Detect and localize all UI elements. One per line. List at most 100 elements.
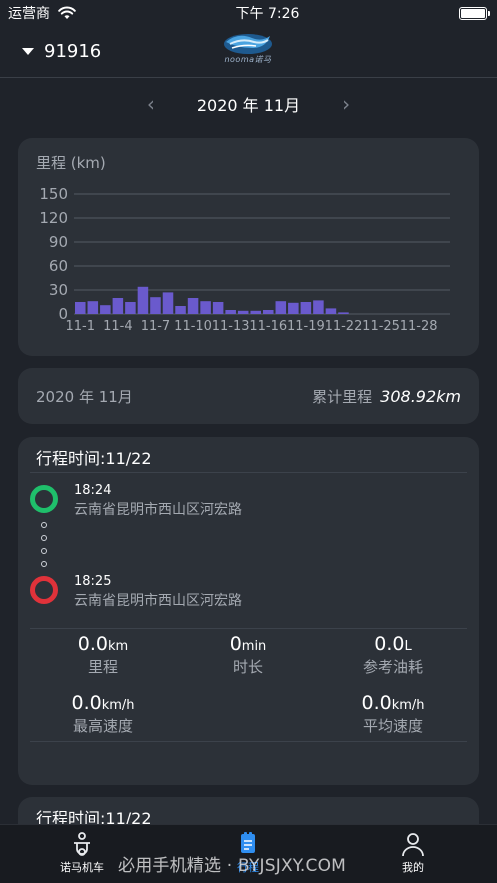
bar-11-15 [250, 310, 261, 314]
stat-max-speed: 0.0km/h 最高速度 [28, 692, 178, 736]
trip-divider [30, 628, 467, 629]
bar-11-2 [87, 301, 99, 314]
route-dot [41, 548, 47, 554]
x-tick-label: 11-22 [325, 319, 363, 334]
start-point-icon [30, 485, 58, 513]
x-tick-label: 11-13 [212, 319, 250, 334]
trip-title: 行程时间:11/22 [36, 449, 152, 468]
tab-label: 诺马机车 [60, 861, 104, 874]
y-tick-label: 90 [49, 233, 68, 251]
x-tick-label: 11-19 [287, 319, 325, 334]
start-address: 云南省昆明市西山区河宏路 [74, 502, 242, 518]
brand-logo: nooma诺马 [220, 30, 276, 70]
bar-11-7 [150, 297, 161, 314]
bar-11-4 [112, 298, 124, 314]
stat-fuel-label: 参考油耗 [362, 658, 423, 676]
bar-11-6 [137, 286, 149, 314]
vehicle-id: 91916 [44, 41, 102, 62]
stat-duration-label: 时长 [232, 658, 263, 676]
stat-distance: 0.0km 里程 [28, 633, 178, 677]
bar-11-12 [212, 302, 224, 314]
stat-avg-speed-label: 平均速度 [362, 717, 423, 735]
status-left: 运营商 [8, 3, 76, 23]
bar-11-20 [313, 300, 324, 314]
x-tick-label: 11-25 [362, 319, 400, 334]
trip-divider [30, 741, 467, 742]
bar-11-22 [338, 312, 349, 314]
trip-card[interactable]: 行程时间:11/22 18:24 云南省昆明市西山区河宏路 18:25 云南省昆… [18, 437, 479, 785]
brand-wave-icon [224, 34, 272, 54]
summary-month: 2020 年 11月 [36, 387, 133, 406]
end-point-icon [30, 576, 58, 604]
route-dot [41, 561, 47, 567]
stat-fuel-unit: L [404, 639, 412, 654]
end-time: 18:25 [74, 574, 112, 589]
bar-11-5 [125, 302, 136, 314]
wifi-icon [58, 6, 76, 19]
tab-my-profile[interactable]: 我的 [373, 831, 453, 875]
carrier-label: 运营商 [8, 6, 50, 22]
stat-avg-speed: 0.0km/h 平均速度 [318, 692, 468, 736]
total-mileage: 累计里程 308.92km [312, 386, 461, 407]
y-tick-label: 120 [39, 209, 68, 227]
x-tick-label: 11-28 [400, 319, 438, 334]
stat-distance-label: 里程 [87, 658, 118, 676]
bar-11-14 [237, 310, 249, 314]
bottom-tab-bar: 诺马机车 行程 我的 必用手机精选 · BYJSJXY.COM [0, 824, 497, 883]
monthly-summary-card: 2020 年 11月 累计里程 308.92km [18, 368, 479, 424]
y-tick-label: 60 [49, 257, 68, 275]
tab-label: 我的 [402, 861, 424, 874]
bar-11-13 [225, 310, 236, 314]
stat-distance-value: 0.0 [77, 633, 108, 655]
bar-11-19 [300, 302, 312, 314]
stat-max-speed-unit: km/h [101, 698, 135, 713]
bar-11-10 [187, 298, 199, 314]
bar-11-1 [75, 302, 86, 314]
status-bar: 运营商 下午 7:26 [0, 0, 497, 26]
caret-down-icon [22, 48, 34, 55]
total-mileage-label: 累计里程 [312, 387, 373, 406]
bar-11-18 [288, 302, 299, 314]
bar-11-8 [162, 292, 174, 314]
watermark-text: 必用手机精选 · BYJSJXY.COM [118, 856, 347, 876]
bar-11-16 [263, 310, 274, 314]
stat-avg-speed-value: 0.0 [361, 692, 392, 714]
total-mileage-value: 308.92km [380, 386, 461, 406]
vehicle-selector[interactable]: 91916 [22, 41, 101, 62]
current-month-label: 2020 年 11月 [196, 96, 301, 115]
x-tick-label: 11-1 [66, 319, 96, 334]
bar-11-3 [100, 305, 111, 314]
tab-nuoma-motorcycle[interactable]: 诺马机车 [42, 831, 122, 875]
scooter-icon [74, 832, 90, 856]
month-navigator: ‹ 2020 年 11月 › [0, 88, 497, 120]
x-tick-label: 11-16 [249, 319, 287, 334]
end-address: 云南省昆明市西山区河宏路 [74, 593, 242, 609]
top-bar: 91916 nooma诺马 [0, 26, 497, 78]
stat-max-speed-value: 0.0 [71, 692, 102, 714]
stat-fuel-value: 0.0 [374, 633, 405, 655]
stat-fuel: 0.0L 参考油耗 [318, 633, 468, 677]
previous-month-button[interactable]: ‹ [141, 92, 161, 116]
stat-duration: 0min 时长 [173, 633, 323, 677]
battery-icon [458, 6, 490, 20]
x-tick-label: 11-4 [103, 319, 133, 334]
next-month-button[interactable]: › [336, 92, 356, 116]
stat-avg-speed-unit: km/h [391, 698, 425, 713]
bar-11-17 [275, 301, 287, 314]
mileage-chart-card: 里程 (km) 0 30 60 90 120 150 11-1 11-4 11-7 11-10 11… [18, 138, 479, 356]
route-dot [41, 522, 47, 528]
clock: 下午 7:26 [235, 6, 300, 22]
y-tick-label: 30 [49, 281, 68, 299]
x-tick-label: 11-10 [174, 319, 212, 334]
mileage-bar-chart: 030609012015011-1 11-4 11-7 11-10 11-13 11-16… [39, 185, 450, 334]
person-icon [402, 833, 424, 857]
bar-11-9 [175, 306, 186, 314]
brand-logo-text: nooma诺马 [224, 55, 272, 64]
x-tick-label: 11-7 [141, 319, 171, 334]
stat-distance-unit: km [108, 639, 129, 654]
start-time: 18:24 [74, 483, 112, 498]
y-tick-label: 150 [39, 185, 68, 203]
battery-level-fill [460, 8, 485, 18]
stat-duration-value: 0 [229, 633, 242, 655]
stat-duration-unit: min [241, 639, 267, 654]
